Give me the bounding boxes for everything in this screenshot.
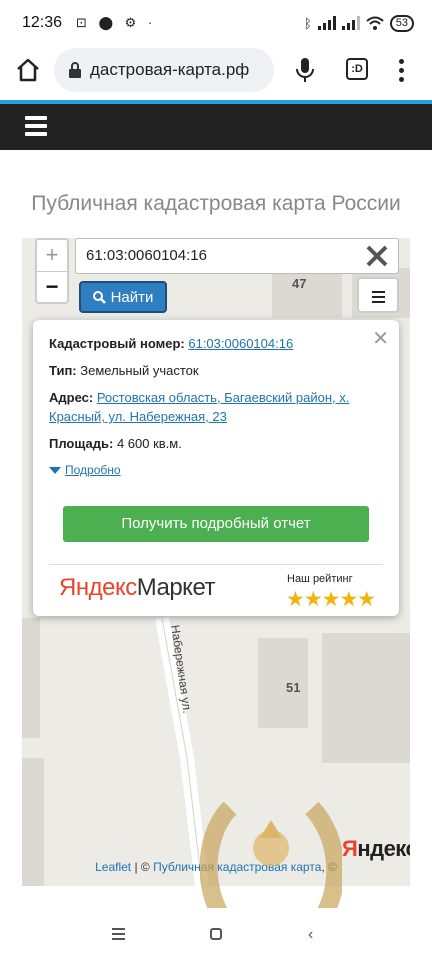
zoom-in-button[interactable]: +: [37, 240, 67, 271]
zoom-out-button[interactable]: −: [37, 271, 67, 302]
address-bar[interactable]: дастровая-карта.рф: [54, 48, 274, 92]
browser-toolbar: дастровая-карта.рф :D: [0, 46, 432, 100]
details-label: Подробно: [65, 463, 121, 477]
system-navigation-bar: ‹: [0, 908, 432, 960]
recent-apps-icon[interactable]: [112, 928, 125, 943]
leaflet-link[interactable]: Leaflet: [95, 860, 131, 874]
status-bar: 12:36 ⊡ ⬤ ⚙ · ᛒ 53: [0, 0, 432, 46]
address-link[interactable]: Ростовская область, Багаевский район, х.…: [49, 390, 349, 424]
signal-icon: [317, 16, 336, 30]
system-icons: ᛒ 53: [304, 13, 414, 33]
popup-divider: [49, 564, 383, 565]
battery-indicator: 53: [389, 14, 414, 32]
hamburger-menu-icon[interactable]: [25, 116, 47, 136]
area-value: 4 600 кв.м.: [116, 436, 182, 451]
cadastral-search-input[interactable]: 61:03:0060104:16: [75, 238, 399, 274]
browser-menu-icon[interactable]: [396, 56, 406, 84]
details-toggle[interactable]: Подробно: [49, 463, 121, 477]
bluetooth-icon: ᛒ: [303, 15, 312, 31]
find-button[interactable]: Найти: [79, 281, 167, 313]
home-icon[interactable]: [14, 56, 42, 84]
tabs-button[interactable]: :D: [346, 58, 368, 80]
find-button-label: Найти: [110, 288, 154, 306]
cadastral-number-row: Кадастровый номер: 61:03:0060104:16: [49, 334, 379, 353]
back-icon[interactable]: ‹: [308, 926, 313, 944]
search-input-value: 61:03:0060104:16: [86, 247, 207, 264]
site-header: [0, 104, 432, 150]
layers-menu-icon[interactable]: [357, 277, 399, 313]
area-row: Площадь: 4 600 кв.м.: [49, 434, 379, 453]
zoom-controls: + −: [35, 238, 69, 304]
search-icon: [92, 290, 106, 304]
parcel-label-51: 51: [286, 680, 301, 695]
home-nav-icon[interactable]: [210, 928, 222, 940]
parcel-label-47: 47: [292, 276, 307, 291]
area-label: Площадь:: [49, 436, 114, 451]
status-time: 12:36: [22, 14, 63, 31]
clear-search-icon[interactable]: [364, 243, 390, 269]
type-label: Тип:: [49, 363, 77, 378]
cadastral-map[interactable]: 47 51 Набережная ул. + − 61:03:0060104:1…: [22, 238, 410, 886]
address-row: Адрес: Ростовская область, Багаевский ра…: [49, 388, 379, 426]
type-value: Земельный участок: [80, 363, 199, 378]
rating-stars: ★★★★★: [286, 588, 376, 611]
wifi-icon: [366, 16, 384, 30]
microphone-icon[interactable]: [292, 56, 318, 84]
type-row: Тип: Земельный участок: [49, 361, 379, 380]
yandex-market-logo[interactable]: ЯндексМаркет: [59, 574, 216, 602]
notification-icons: ⊡ ⬤ ⚙ ·: [76, 15, 157, 30]
signal-icon-2: [341, 16, 360, 30]
address-label: Адрес:: [49, 390, 94, 405]
lock-icon: [69, 62, 81, 78]
expand-triangle-icon: [49, 466, 61, 474]
url-text: дастровая-карта.рф: [90, 60, 250, 79]
get-report-button[interactable]: Получить подробный отчет: [63, 506, 369, 542]
cadastral-number-label: Кадастровый номер:: [49, 336, 185, 351]
cadastral-number-link[interactable]: 61:03:0060104:16: [188, 336, 293, 351]
yandex-map-logo: Яндекс: [342, 836, 410, 861]
page-title: Публичная кадастровая карта России: [31, 192, 401, 215]
rating-label: Наш рейтинг: [287, 573, 353, 585]
parcel-info-popup: ✕ Кадастровый номер: 61:03:0060104:16 Ти…: [33, 320, 399, 616]
